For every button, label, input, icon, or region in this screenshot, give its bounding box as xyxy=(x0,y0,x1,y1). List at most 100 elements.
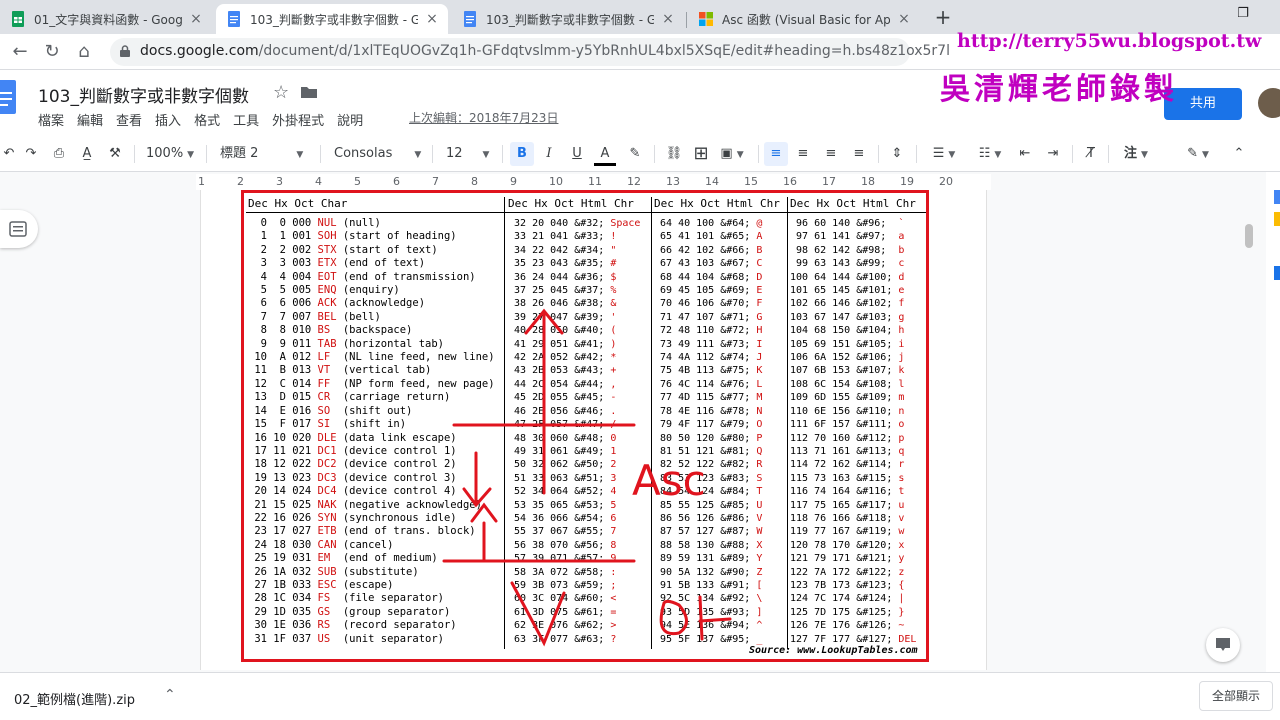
ruler-tick: 1 xyxy=(198,175,205,188)
spellcheck-icon[interactable]: A̲ xyxy=(76,142,98,166)
last-edit-link[interactable]: 上次編輯：2018年7月23日 xyxy=(409,109,558,126)
close-icon[interactable]: × xyxy=(188,11,204,27)
menu-edit[interactable]: 編輯 xyxy=(77,114,103,129)
tab-docs[interactable]: 103_判斷數字或非數字個數 - Go × xyxy=(452,4,684,34)
url-path: /document/d/1xlTEqUOGvZq1h-GFdqtvslmm-y5… xyxy=(258,43,950,59)
restore-window-icon[interactable]: ❐ xyxy=(1228,6,1258,26)
redo-icon[interactable]: ↷ xyxy=(20,142,42,166)
address-bar[interactable]: docs.google.com/document/d/1xlTEqUOGvZq1… xyxy=(110,38,950,66)
menu-tools[interactable]: 工具 xyxy=(233,114,259,129)
document-canvas: 1 2 3 4 5 6 7 8 9 10 11 12 13 14 15 16 17 18 19 20 Dec Hx O… xyxy=(0,172,1280,672)
back-icon[interactable]: ← xyxy=(8,40,32,64)
link-icon[interactable]: ⛓ xyxy=(662,142,686,166)
url-text: docs.google.com/document/d/1xlTEqUOGvZq1… xyxy=(140,43,950,59)
justify-icon[interactable]: ≡ xyxy=(848,142,870,166)
align-center-icon[interactable]: ≡ xyxy=(792,142,814,166)
tab-microsoft[interactable]: Asc 函數 (Visual Basic for Applic × xyxy=(688,4,920,34)
explore-icon xyxy=(1216,638,1230,651)
collapse-toolbar-icon[interactable]: ⌃ xyxy=(1228,142,1250,166)
folder-icon[interactable] xyxy=(301,86,317,98)
ruler-tick: 6 xyxy=(393,175,400,188)
avatar[interactable] xyxy=(1258,88,1280,118)
chevron-up-icon[interactable]: ⌃ xyxy=(164,687,176,703)
tab-docs-active[interactable]: 103_判斷數字或非數字個數 - Go × xyxy=(216,4,448,34)
menu-format[interactable]: 格式 xyxy=(194,114,220,129)
microsoft-icon xyxy=(699,12,713,26)
explore-button[interactable] xyxy=(1206,628,1240,662)
ruler-tick: 4 xyxy=(315,175,322,188)
chevron-down-icon: ▼ xyxy=(296,150,304,160)
font-value: Consolas xyxy=(334,146,393,161)
toolbar-divider xyxy=(502,145,503,163)
insert-image-icon[interactable]: ▣ ▼ xyxy=(716,142,748,166)
ruler-tick: 12 xyxy=(627,175,641,188)
keep-icon[interactable] xyxy=(1274,212,1280,226)
document-title[interactable]: 103_判斷數字或非數字個數 xyxy=(38,82,249,107)
close-icon[interactable]: × xyxy=(896,11,912,27)
chevron-down-icon: ▼ xyxy=(187,150,195,160)
align-right-icon[interactable]: ≡ xyxy=(820,142,842,166)
tab-sheets[interactable]: 01_文字與資料函數 - Google 雲 × xyxy=(0,4,212,34)
tab-divider xyxy=(686,12,687,28)
font-size-select[interactable]: 12 ▼ xyxy=(446,142,498,166)
underline-button[interactable]: U xyxy=(566,142,588,166)
align-left-icon[interactable]: ≡ xyxy=(764,142,788,166)
ascii-table-image[interactable]: Dec Hx Oct Char Dec Hx Oct Html Chr Dec … xyxy=(241,190,929,662)
sheets-icon xyxy=(12,11,24,27)
ruler-tick: 2 xyxy=(237,175,244,188)
toolbar-divider xyxy=(878,145,879,163)
document-outline-button[interactable] xyxy=(0,210,38,248)
paragraph-style-select[interactable]: 標題 2 ▼ xyxy=(220,142,312,166)
side-panel xyxy=(1266,172,1280,672)
numbered-list-icon[interactable]: ☰ ▼ xyxy=(924,142,964,166)
download-bar: 02_範例檔(進階).zip ⌃ 全部顯示 xyxy=(0,672,1280,720)
annotation-tool-icon[interactable]: 注 ▼ xyxy=(1116,142,1156,166)
home-icon[interactable]: ⌂ xyxy=(72,40,96,64)
new-tab-button[interactable]: + xyxy=(932,7,954,29)
highlight-icon[interactable]: ✎ xyxy=(624,142,646,166)
font-select[interactable]: Consolas ▼ xyxy=(334,142,426,166)
formatting-toolbar: ↶ ↷ ⎙ A̲ ⚒ 100% ▼ 標題 2 ▼ Consolas ▼ 12 ▼ B I… xyxy=(0,136,1280,172)
paint-format-icon[interactable]: ⚒ xyxy=(104,142,126,166)
text-color-button[interactable]: A xyxy=(594,142,616,166)
ruler-tick: 16 xyxy=(783,175,797,188)
watermark-url: http://terry55wu.blogspot.tw xyxy=(957,30,1262,52)
ruler-tick: 13 xyxy=(666,175,680,188)
download-file-name[interactable]: 02_範例檔(進階).zip xyxy=(14,689,135,708)
bulleted-list-icon[interactable]: ☷ ▼ xyxy=(970,142,1010,166)
close-icon[interactable]: × xyxy=(424,11,440,27)
undo-icon[interactable]: ↶ xyxy=(0,142,18,166)
show-all-downloads-button[interactable]: 全部顯示 xyxy=(1199,681,1273,711)
menu-view[interactable]: 查看 xyxy=(116,114,142,129)
add-comment-icon[interactable]: ⊞ xyxy=(690,142,712,166)
italic-button[interactable]: I xyxy=(538,142,560,166)
chevron-down-icon: ▼ xyxy=(994,150,1002,160)
tab-title: Asc 函數 (Visual Basic for Applic xyxy=(722,12,890,27)
menu-help[interactable]: 說明 xyxy=(337,114,363,129)
print-icon[interactable]: ⎙ xyxy=(48,142,70,166)
vertical-scrollbar[interactable] xyxy=(1245,224,1253,248)
close-icon[interactable]: × xyxy=(660,11,676,27)
editing-mode-icon[interactable]: ✎ ▼ xyxy=(1178,142,1218,166)
watermark-name: 吳清輝老師錄製 xyxy=(940,72,1178,107)
docs-logo-icon[interactable] xyxy=(0,80,18,120)
zoom-select[interactable]: 100% ▼ xyxy=(146,142,196,166)
tasks-icon[interactable] xyxy=(1274,266,1280,280)
menu-insert[interactable]: 插入 xyxy=(155,114,181,129)
reload-icon[interactable]: ↻ xyxy=(40,40,64,64)
pen-annotations: Asc xyxy=(442,308,732,647)
menu-file[interactable]: 檔案 xyxy=(38,114,64,129)
ruler-tick: 10 xyxy=(549,175,563,188)
star-icon[interactable]: ☆ xyxy=(273,82,289,103)
document-page[interactable]: Dec Hx Oct Char Dec Hx Oct Html Chr Dec … xyxy=(200,190,987,670)
calendar-icon[interactable] xyxy=(1274,190,1280,204)
decrease-indent-icon[interactable]: ⇤ xyxy=(1014,142,1036,166)
line-spacing-icon[interactable]: ⇕ xyxy=(886,142,908,166)
ruler-tick: 19 xyxy=(900,175,914,188)
clear-formatting-icon[interactable]: T̸ xyxy=(1080,142,1102,166)
docs-icon xyxy=(228,11,240,27)
menu-addons[interactable]: 外掛程式 xyxy=(272,114,324,129)
increase-indent-icon[interactable]: ⇥ xyxy=(1042,142,1064,166)
ruler-tick: 15 xyxy=(744,175,758,188)
bold-button[interactable]: B xyxy=(510,142,534,166)
